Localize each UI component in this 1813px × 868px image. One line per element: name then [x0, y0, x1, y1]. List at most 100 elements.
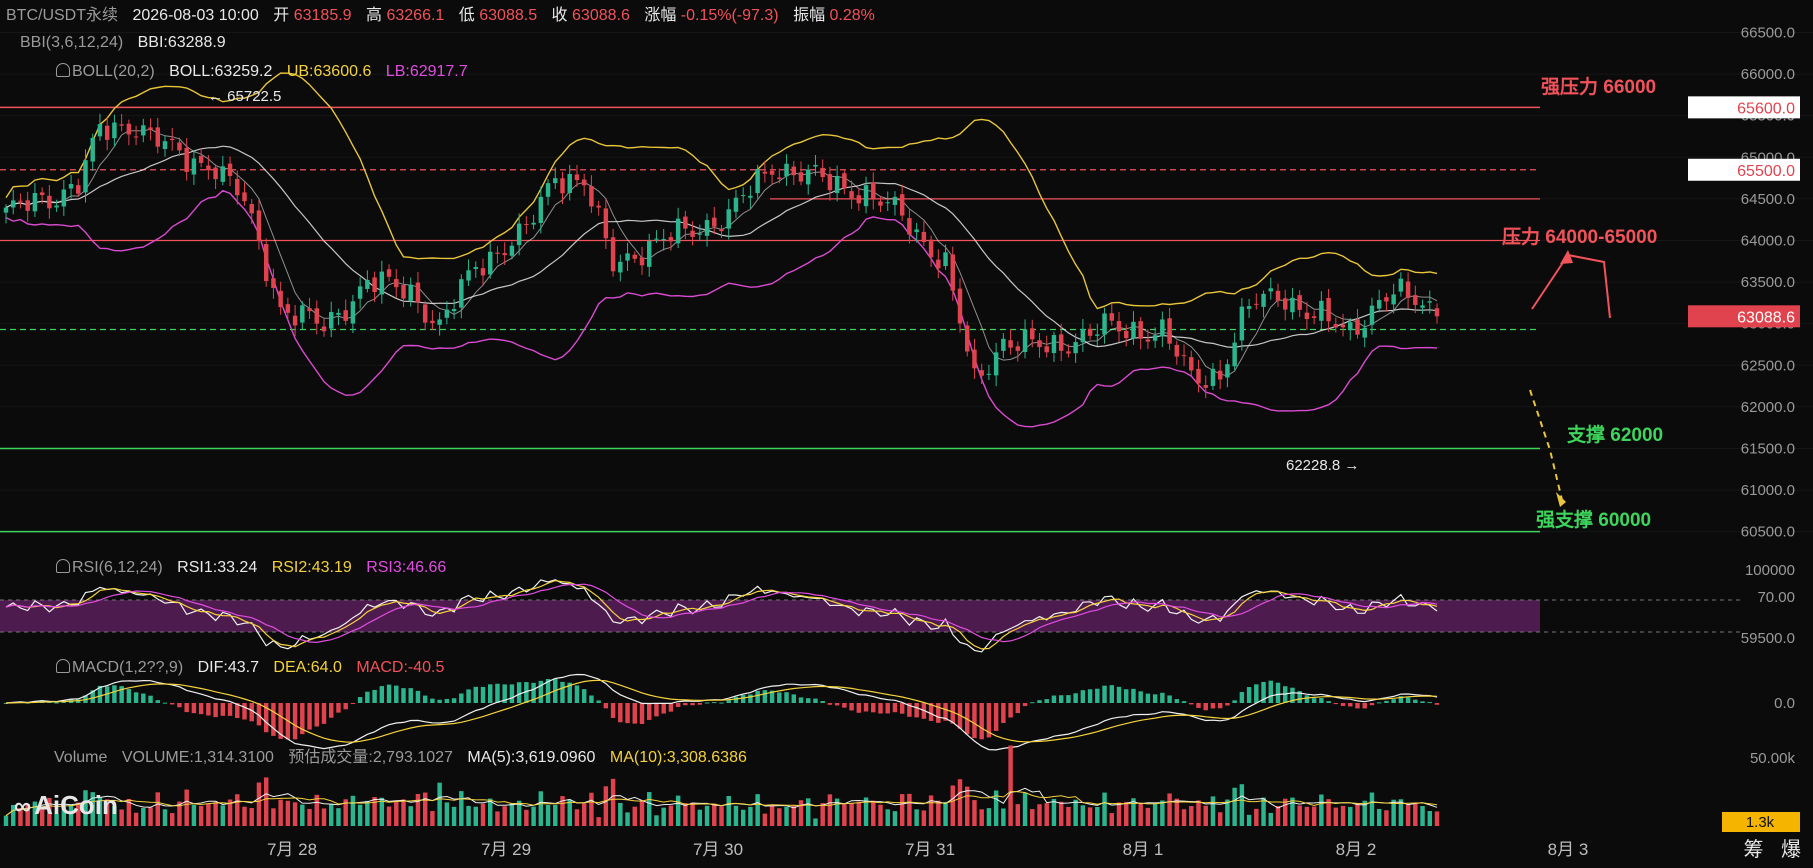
- macd-bar: [169, 703, 175, 705]
- candle: [1203, 385, 1208, 388]
- candle: [1304, 312, 1310, 320]
- candle: [278, 290, 283, 308]
- macd-bar: [1369, 703, 1375, 706]
- candle: [1160, 319, 1165, 337]
- candle: [683, 216, 688, 229]
- volume-bar: [899, 794, 905, 826]
- macd-bar: [206, 703, 211, 716]
- rsi2-value: RSI2:43.19: [271, 559, 352, 576]
- macd-legend[interactable]: MACD(1,2??,9) DIF:43.7 DEA:64.0 MACD:-40…: [56, 658, 454, 678]
- candle: [618, 261, 623, 273]
- price-tick-label: 62500.0: [1741, 357, 1795, 374]
- candle: [589, 186, 594, 207]
- volume-bar: [1073, 799, 1078, 826]
- bbi-legend[interactable]: BBI(3,6,12,24) BBI:63288.9: [20, 33, 236, 53]
- macd-bar: [1275, 682, 1281, 703]
- macd-bar: [444, 698, 450, 703]
- rsi-legend[interactable]: RSI(6,12,24) RSI1:33.24 RSI2:43.19 RSI3:…: [56, 558, 456, 578]
- price-tick-label: 66500.0: [1741, 24, 1795, 41]
- volume-bar: [777, 808, 782, 826]
- high-marker: ← 65722.5: [208, 88, 282, 105]
- volume-bar: [1001, 808, 1006, 826]
- high-label: 高 63266.1: [366, 7, 445, 24]
- symbol-label[interactable]: BTC/USDT永续: [6, 7, 118, 24]
- macd-bar: [1189, 703, 1194, 705]
- candle: [654, 238, 659, 240]
- volume-bar: [813, 818, 818, 826]
- candle: [307, 308, 312, 312]
- open-label: 开 63185.9: [273, 7, 352, 24]
- candle: [1376, 300, 1382, 309]
- macd-bar: [675, 703, 681, 707]
- volume-bar: [487, 798, 493, 826]
- candle: [784, 163, 789, 177]
- candle: [502, 253, 507, 256]
- candles: [3, 113, 1440, 399]
- volume-bar: [589, 792, 594, 826]
- candle: [321, 326, 327, 332]
- macd-bar: [162, 702, 168, 704]
- volume-legend[interactable]: Volume VOLUME:1,314.3100 预估成交量:2,793.102…: [54, 748, 757, 768]
- volume-bar: [1058, 801, 1064, 826]
- volume-bar: [936, 800, 941, 826]
- candle: [1196, 368, 1201, 384]
- candle: [155, 127, 161, 147]
- price-tick-label: 61500.0: [1741, 440, 1795, 457]
- macd-bar: [972, 703, 977, 739]
- volume-bar: [357, 804, 363, 826]
- candle: [1413, 295, 1418, 305]
- bell-icon[interactable]: [56, 559, 70, 573]
- bell-icon[interactable]: [56, 63, 70, 77]
- volume-bar: [1116, 802, 1122, 826]
- candle: [487, 251, 493, 275]
- volume-bar: [1268, 812, 1274, 826]
- candle: [986, 373, 992, 375]
- volume-bar: [1037, 804, 1042, 826]
- macd-bar: [1420, 701, 1425, 703]
- volume-bar: [321, 808, 327, 826]
- dea-value: DEA:64.0: [273, 659, 342, 676]
- macd-bar: [813, 698, 818, 703]
- corner-tabs[interactable]: 筹 爆: [1743, 833, 1807, 862]
- volume-bar: [1369, 792, 1375, 826]
- candle: [1066, 351, 1071, 354]
- volume-bar: [646, 792, 652, 826]
- candle: [1058, 334, 1064, 351]
- macd-bar: [401, 688, 406, 703]
- bell-icon[interactable]: [56, 659, 70, 673]
- macd-bar: [1066, 695, 1071, 703]
- candle: [1420, 305, 1425, 308]
- candle: [39, 192, 45, 196]
- candle: [68, 183, 74, 189]
- volume-bar: [1022, 792, 1028, 826]
- candle: [610, 237, 616, 272]
- time-label: 7月 31: [905, 840, 955, 859]
- bbi-line: [5, 128, 1438, 377]
- volume-bar: [502, 806, 507, 826]
- candle: [697, 233, 703, 235]
- volume-bar: [1181, 809, 1187, 826]
- macd-bar: [184, 703, 189, 713]
- candle: [300, 305, 305, 323]
- boll-legend[interactable]: BOLL(20,2) BOLL:63259.2 UB:63600.6 LB:62…: [56, 62, 478, 82]
- volume-bar: [263, 777, 269, 826]
- candle: [871, 182, 876, 199]
- candle: [538, 196, 544, 223]
- candle: [1102, 313, 1107, 335]
- volume-bar: [1167, 793, 1172, 826]
- macd-bar: [487, 684, 493, 703]
- datetime-label: 2026-08-03 10:00: [132, 7, 259, 24]
- candle: [141, 125, 146, 136]
- macd-bar: [1405, 697, 1411, 703]
- candle: [61, 189, 67, 207]
- chart-canvas[interactable]: 100000 70.00 59500.0 0.0 50.00k 1.3k 66500.…: [0, 0, 1813, 868]
- price-axis: 66500.066000.065500.065000.064500.064000…: [1688, 24, 1800, 541]
- macd-bar: [133, 692, 139, 703]
- macd-bar: [777, 692, 782, 703]
- candle: [704, 219, 710, 236]
- macd-bar: [495, 683, 500, 703]
- candle: [1174, 344, 1180, 357]
- volume-bar: [162, 809, 168, 826]
- macd-bar: [1167, 695, 1172, 703]
- macd-name: MACD(1,2??,9): [56, 659, 183, 676]
